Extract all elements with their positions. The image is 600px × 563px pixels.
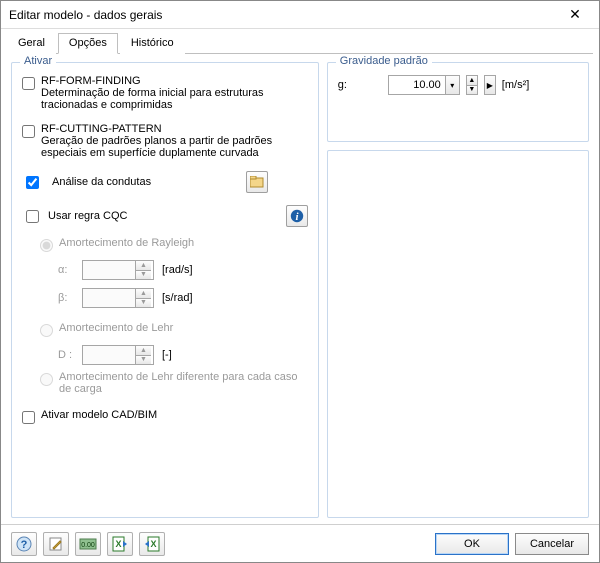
- cadbim-label: Ativar modelo CAD/BIM: [41, 409, 157, 421]
- beta-row: β: ▲▼ [s/rad]: [58, 288, 308, 308]
- spin-up-icon: ▲: [136, 289, 151, 299]
- cadbim-checkbox[interactable]: [22, 411, 35, 424]
- d-row: D : ▲▼ [-]: [58, 345, 308, 365]
- cqc-checkbox[interactable]: [26, 210, 39, 223]
- left-column: Ativar RF-FORM-FINDING Determinação de f…: [11, 62, 319, 518]
- beta-spin: ▲▼: [82, 288, 154, 308]
- cancel-button[interactable]: Cancelar: [515, 533, 589, 555]
- beta-input: [83, 289, 135, 307]
- window-title: Editar modelo - dados gerais: [9, 8, 557, 22]
- analysis-pipes-browse-button[interactable]: [246, 171, 268, 193]
- tab-geral[interactable]: Geral: [7, 33, 56, 54]
- form-finding-checkbox[interactable]: [22, 77, 35, 90]
- gravity-unit: [m/s²]: [502, 79, 530, 91]
- d-input: [83, 346, 135, 364]
- alpha-label: α:: [58, 264, 74, 276]
- chevron-down-icon: ▾: [445, 76, 459, 94]
- spin-down-icon: ▼: [136, 271, 151, 280]
- close-button[interactable]: ✕: [557, 4, 593, 26]
- excel-import-icon: X: [144, 536, 160, 552]
- title-bar: Editar modelo - dados gerais ✕: [1, 1, 599, 29]
- excel-export-icon: X: [112, 536, 128, 552]
- spin-up-icon: ▲: [136, 261, 151, 271]
- d-unit: [-]: [162, 349, 172, 361]
- right-column: Gravidade padrão g: 10.00 ▾ ▲ ▼ ▶ [m/s²]: [327, 62, 589, 518]
- units-icon: 0.00: [79, 536, 97, 552]
- lehr-label: Amortecimento de Lehr: [59, 322, 173, 334]
- rayleigh-radio: [40, 239, 53, 252]
- bottom-bar: ? 0.00 X X OK Cancelar: [1, 524, 599, 562]
- spin-up-icon: ▲: [136, 346, 151, 356]
- import-excel-button[interactable]: X: [139, 532, 165, 556]
- beta-unit: [s/rad]: [162, 292, 193, 304]
- lehr-row: Amortecimento de Lehr: [40, 322, 308, 337]
- analysis-pipes-label: Análise da condutas: [52, 176, 151, 188]
- spin-down-icon: ▼: [136, 299, 151, 308]
- gravity-label: g:: [338, 79, 356, 91]
- export-excel-button[interactable]: X: [107, 532, 133, 556]
- gravity-select[interactable]: 10.00 ▾: [388, 75, 460, 95]
- cqc-label: Usar regra CQC: [48, 210, 127, 222]
- cadbim-row: Ativar modelo CAD/BIM: [22, 409, 308, 424]
- group-ativar-legend: Ativar: [20, 55, 56, 67]
- tab-strip: Geral Opções Histórico: [1, 29, 599, 54]
- preview-panel: [327, 150, 589, 518]
- cutting-pattern-desc: Geração de padrões planos a partir de pa…: [41, 135, 308, 159]
- gravity-row: g: 10.00 ▾ ▲ ▼ ▶ [m/s²]: [338, 71, 578, 95]
- units-button[interactable]: 0.00: [75, 532, 101, 556]
- gravity-step-right[interactable]: ▶: [484, 75, 496, 95]
- cqc-info-button[interactable]: i: [286, 205, 308, 227]
- svg-text:X: X: [115, 539, 121, 549]
- lehr-per-case-radio: [40, 373, 53, 386]
- spin-down-icon: ▼: [467, 86, 477, 95]
- gravity-spinner[interactable]: ▲ ▼: [466, 75, 478, 95]
- d-spin: ▲▼: [82, 345, 154, 365]
- help-button[interactable]: ?: [11, 532, 37, 556]
- rayleigh-label: Amortecimento de Rayleigh: [59, 237, 194, 249]
- lehr-radio: [40, 324, 53, 337]
- form-finding-row: RF-FORM-FINDING Determinação de forma in…: [22, 75, 308, 111]
- edit-icon: [48, 536, 64, 552]
- group-gravity-legend: Gravidade padrão: [336, 55, 432, 67]
- form-finding-title: RF-FORM-FINDING: [41, 75, 308, 87]
- info-icon: i: [290, 209, 304, 223]
- lehr-per-case-label: Amortecimento de Lehr diferente para cad…: [59, 371, 308, 395]
- svg-text:?: ?: [21, 539, 28, 551]
- folder-icon: [250, 176, 264, 188]
- alpha-unit: [rad/s]: [162, 264, 193, 276]
- cutting-pattern-row: RF-CUTTING-PATTERN Geração de padrões pl…: [22, 123, 308, 159]
- d-label: D :: [58, 349, 74, 361]
- cqc-row: Usar regra CQC i: [22, 205, 308, 227]
- help-icon: ?: [16, 536, 32, 552]
- form-finding-desc: Determinação de forma inicial para estru…: [41, 87, 308, 111]
- svg-text:X: X: [150, 539, 156, 549]
- spin-down-icon: ▼: [136, 356, 151, 365]
- gravity-value: 10.00: [389, 79, 445, 91]
- group-gravity: Gravidade padrão g: 10.00 ▾ ▲ ▼ ▶ [m/s²]: [327, 62, 589, 142]
- svg-text:0.00: 0.00: [81, 542, 95, 549]
- cutting-pattern-title: RF-CUTTING-PATTERN: [41, 123, 308, 135]
- analysis-pipes-checkbox[interactable]: [26, 176, 39, 189]
- rayleigh-row: Amortecimento de Rayleigh: [40, 237, 308, 252]
- content-area: Ativar RF-FORM-FINDING Determinação de f…: [1, 54, 599, 524]
- lehr-per-case-row: Amortecimento de Lehr diferente para cad…: [40, 371, 308, 395]
- spin-up-icon: ▲: [467, 76, 477, 86]
- alpha-spin: ▲▼: [82, 260, 154, 280]
- alpha-input: [83, 261, 135, 279]
- alpha-row: α: ▲▼ [rad/s]: [58, 260, 308, 280]
- beta-label: β:: [58, 292, 74, 304]
- group-ativar: Ativar RF-FORM-FINDING Determinação de f…: [11, 62, 319, 518]
- tab-historico[interactable]: Histórico: [120, 33, 185, 54]
- tab-opcoes[interactable]: Opções: [58, 33, 118, 54]
- comment-button[interactable]: [43, 532, 69, 556]
- analysis-pipes-row: Análise da condutas: [22, 171, 308, 193]
- dialog-window: Editar modelo - dados gerais ✕ Geral Opç…: [0, 0, 600, 563]
- cutting-pattern-checkbox[interactable]: [22, 125, 35, 138]
- ok-button[interactable]: OK: [435, 533, 509, 555]
- damping-section: Amortecimento de Rayleigh α: ▲▼ [rad/s] …: [40, 237, 308, 395]
